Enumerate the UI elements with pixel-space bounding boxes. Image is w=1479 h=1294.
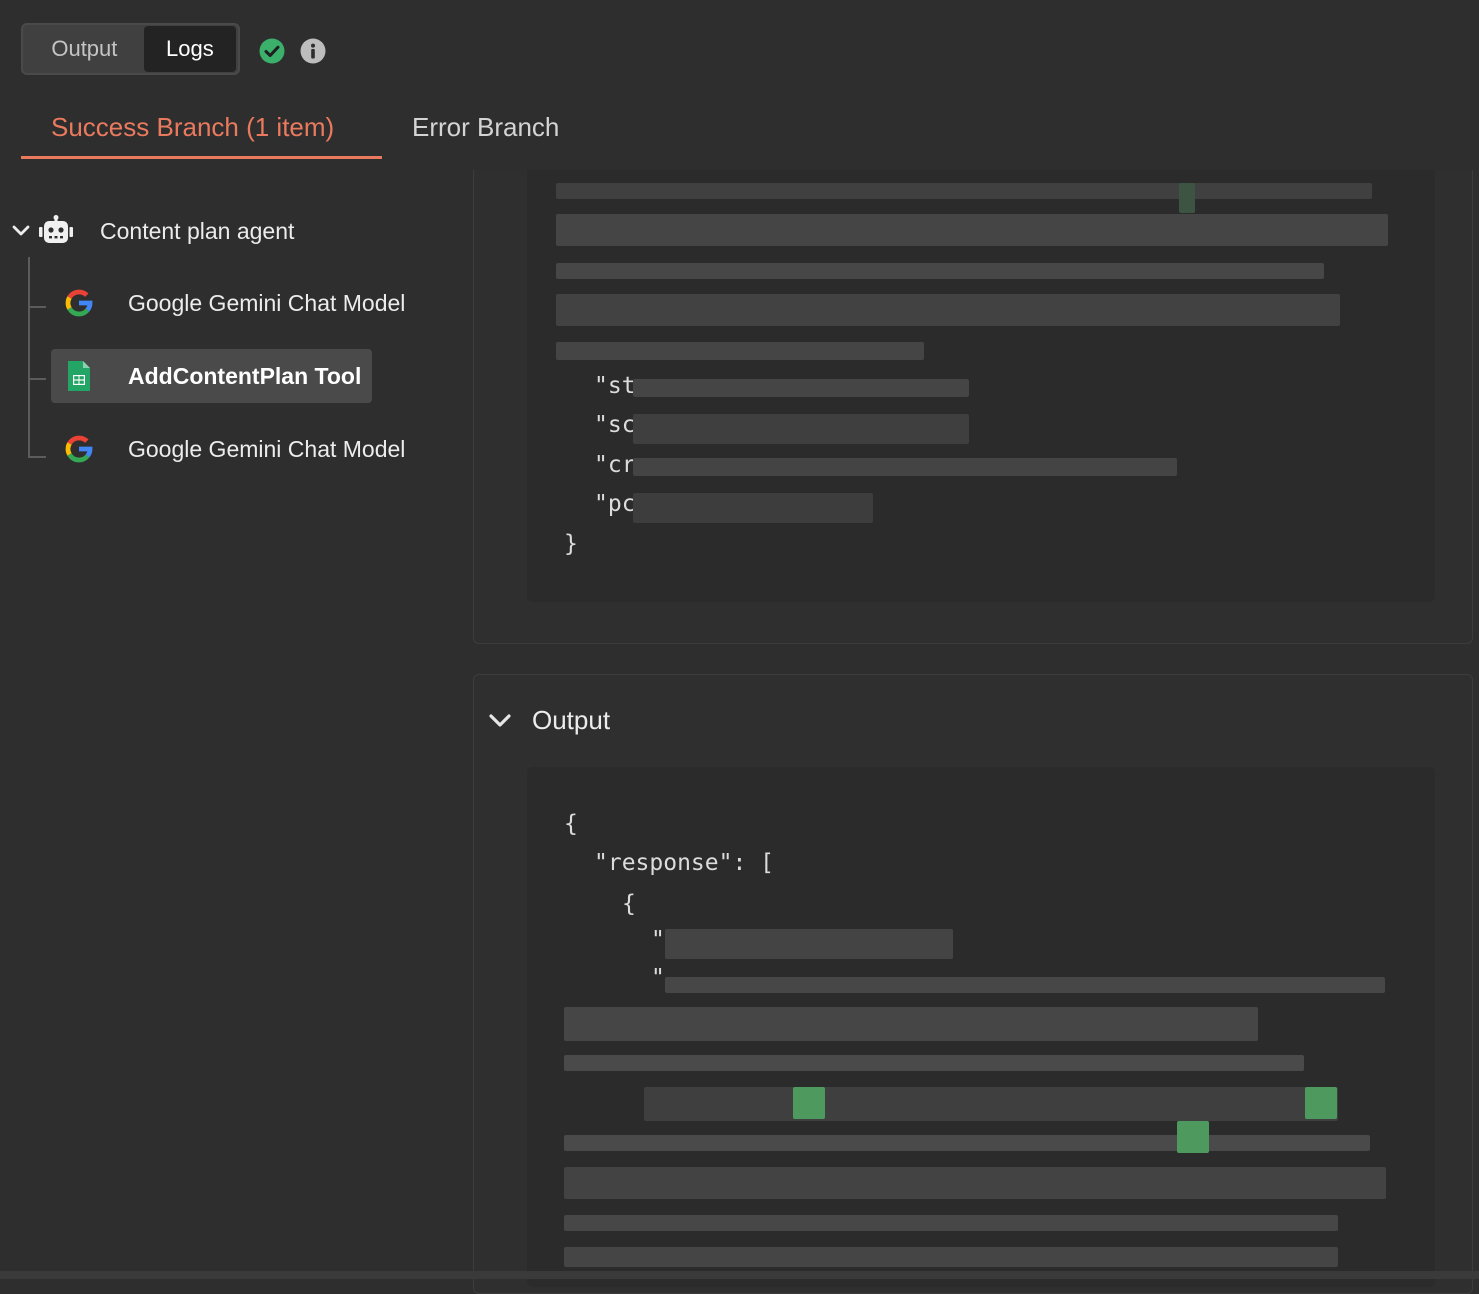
input-json-viewer: "st "sc "cr "pc } [527, 170, 1435, 602]
redacted-text [633, 414, 969, 444]
tree-root-content-plan-agent[interactable]: Content plan agent [12, 212, 294, 250]
output-json-viewer: { "response": [ { " " [527, 767, 1435, 1287]
redacted-text [564, 1167, 1386, 1199]
redacted-text [644, 1087, 1338, 1121]
json-key: "pc [594, 491, 636, 517]
chevron-down-icon[interactable] [12, 224, 30, 238]
redacted-text [665, 977, 1385, 993]
google-icon [65, 435, 93, 463]
tree-connector [28, 456, 46, 458]
tab-error-branch[interactable]: Error Branch [412, 112, 559, 143]
json-brace: { [622, 891, 636, 917]
tree-connector [28, 378, 46, 380]
google-sheets-icon [68, 361, 90, 391]
redacted-text [1305, 1087, 1337, 1119]
tree-item-label: Google Gemini Chat Model [128, 435, 406, 462]
tree-item-gemini-chat-model-2[interactable]: Google Gemini Chat Model [51, 422, 416, 476]
check-circle-icon [259, 38, 285, 64]
active-tab-underline [21, 156, 382, 159]
redacted-text [564, 1055, 1304, 1071]
redacted-text [556, 183, 1372, 199]
json-key: "cr [594, 452, 636, 478]
json-key: "sc [594, 412, 636, 438]
robot-icon [39, 215, 73, 243]
json-brace: { [564, 811, 578, 837]
redacted-text [564, 1215, 1338, 1231]
redacted-text [633, 379, 969, 397]
redacted-text [564, 1247, 1338, 1267]
chevron-down-icon[interactable] [488, 713, 512, 729]
json-brace: } [564, 531, 578, 557]
redacted-text [1179, 183, 1195, 213]
redacted-text [556, 294, 1340, 326]
tree-item-label: AddContentPlan Tool [128, 362, 362, 389]
redacted-text [1177, 1121, 1209, 1153]
tree-item-gemini-chat-model-1[interactable]: Google Gemini Chat Model [51, 276, 416, 330]
google-icon [65, 289, 93, 317]
info-icon[interactable] [300, 38, 326, 64]
redacted-text [665, 929, 953, 959]
logs-view-button[interactable]: Logs [143, 26, 236, 72]
tree-root-label: Content plan agent [100, 217, 295, 244]
tab-success-branch[interactable]: Success Branch (1 item) [51, 112, 334, 143]
redacted-text [556, 214, 1388, 246]
json-key-response: "response": [ [594, 850, 775, 876]
tree-item-label: Google Gemini Chat Model [128, 289, 406, 316]
output-view-button[interactable]: Output [25, 26, 144, 72]
redacted-text [556, 342, 924, 360]
json-key: "st [594, 373, 636, 399]
redacted-text [633, 493, 873, 523]
tree-item-addcontentplan-tool[interactable]: AddContentPlan Tool [51, 349, 373, 403]
redacted-text [793, 1087, 825, 1119]
redacted-text [633, 458, 1177, 476]
output-section-title: Output [532, 705, 611, 735]
output-section-header[interactable]: Output [488, 705, 610, 736]
output-panel: Output { "response": [ { " " [473, 674, 1473, 1294]
redacted-text [564, 1007, 1258, 1041]
tree-connector [28, 306, 46, 308]
view-toggle: Output Logs [21, 23, 240, 75]
input-panel: "st "sc "cr "pc } [473, 170, 1473, 644]
redacted-text [556, 263, 1324, 279]
redacted-text [564, 1135, 1370, 1151]
tree-connector-vertical [28, 257, 30, 458]
json-key: " [651, 965, 665, 991]
horizontal-scrollbar[interactable] [0, 1271, 1479, 1279]
json-key: " [651, 927, 665, 953]
